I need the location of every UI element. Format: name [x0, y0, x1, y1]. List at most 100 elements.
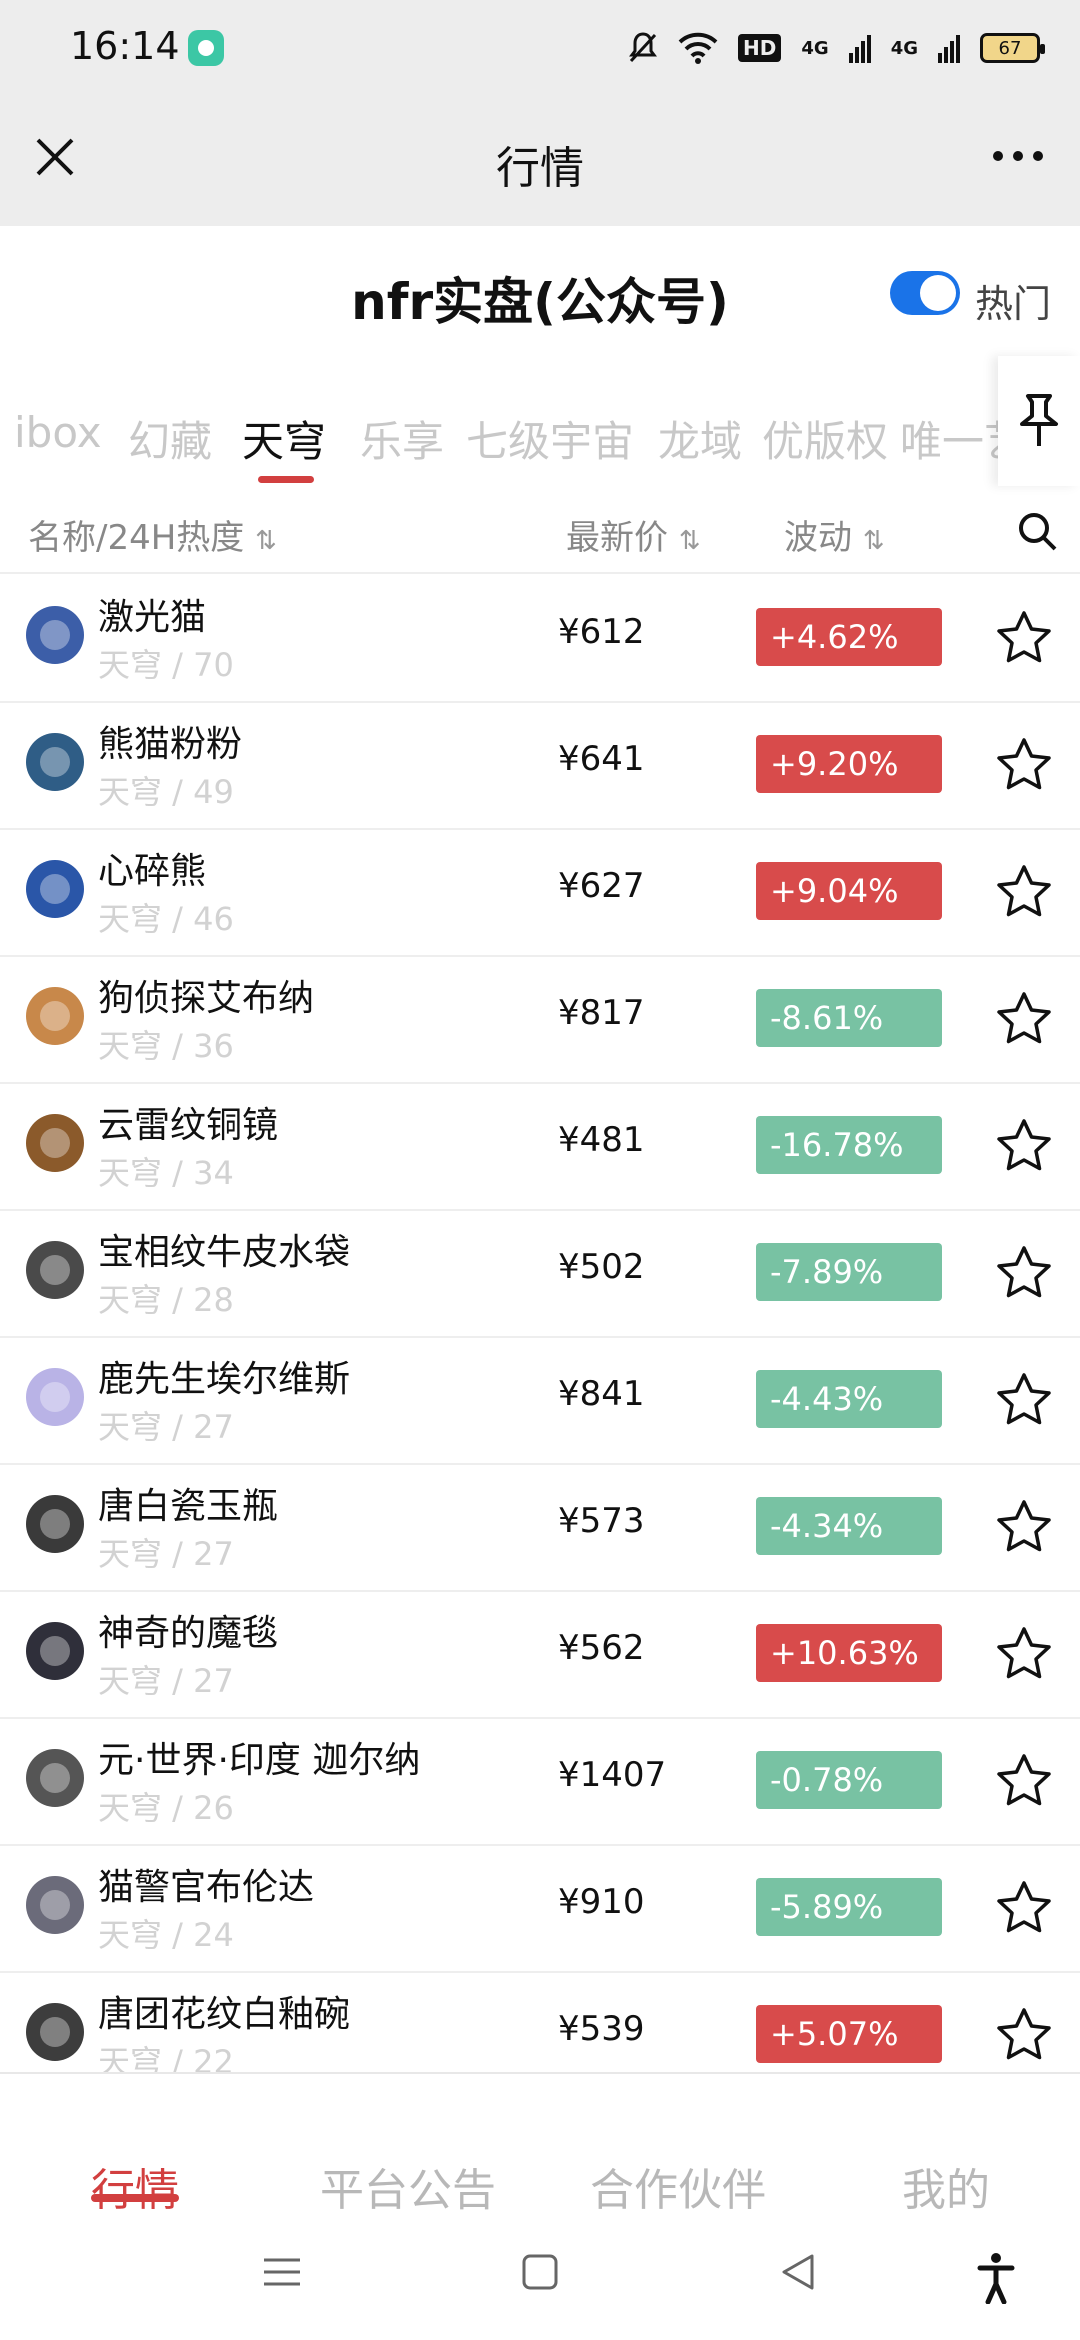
favorite-star-icon[interactable]	[994, 1370, 1054, 1430]
tab-platform-huancang[interactable]: 幻藏	[128, 408, 212, 469]
tab-announcements[interactable]: 平台公告	[320, 2154, 496, 2218]
item-platform-heat: 天穹 / 26	[98, 1789, 234, 1827]
item-avatar	[26, 987, 84, 1045]
page-title: 行情	[496, 143, 584, 194]
favorite-star-icon[interactable]	[994, 1751, 1054, 1811]
item-avatar	[26, 1876, 84, 1934]
favorite-star-icon[interactable]	[994, 989, 1054, 1049]
item-price: ¥502	[558, 1247, 645, 1287]
favorite-star-icon[interactable]	[994, 735, 1054, 795]
back-icon[interactable]	[778, 2252, 818, 2292]
app-notification-icon	[188, 30, 224, 66]
bottom-tab-bar: 行情 平台公告 合作伙伴 我的	[0, 2072, 1080, 2222]
sort-icon: ⇅	[678, 526, 701, 556]
list-item[interactable]: 宝相纹牛皮水袋 天穹 / 28 ¥502 -7.89%	[0, 1211, 1080, 1338]
item-change-badge: -7.89%	[756, 1243, 942, 1301]
item-change-badge: +5.07%	[756, 2005, 942, 2063]
active-bottom-tab-indicator	[91, 2194, 179, 2202]
item-platform-heat: 天穹 / 36	[98, 1027, 234, 1065]
item-platform-heat: 天穹 / 27	[98, 1662, 234, 1700]
list-item[interactable]: 激光猫 天穹 / 70 ¥612 +4.62%	[0, 576, 1080, 703]
search-icon[interactable]	[1016, 510, 1058, 552]
sort-icon: ⇅	[255, 526, 277, 556]
platform-tabs: ibox 幻藏 天穹 乐享 七级宇宙 龙域 优版权 唯一艺	[0, 356, 1000, 486]
tab-partners[interactable]: 合作伙伴	[590, 2154, 766, 2218]
list-item[interactable]: 元·世界·印度 迦尔纳 天穹 / 26 ¥1407 -0.78%	[0, 1719, 1080, 1846]
tab-platform-ibox[interactable]: ibox	[14, 408, 102, 457]
item-platform-heat: 天穹 / 28	[98, 1281, 234, 1319]
item-price: ¥641	[558, 739, 645, 779]
item-avatar	[26, 1368, 84, 1426]
list-item[interactable]: 神奇的魔毯天穹 / 27 ¥562 +10.63%	[0, 1592, 1080, 1719]
favorite-star-icon[interactable]	[994, 1878, 1054, 1938]
tab-platform-weiyi[interactable]: 唯一艺	[900, 408, 1000, 469]
favorite-star-icon[interactable]	[994, 2005, 1054, 2065]
col-price-header[interactable]: 最新价 ⇅	[566, 510, 701, 559]
system-nav-bar	[0, 2222, 1080, 2340]
column-headers: 名称/24H热度 ⇅ 最新价 ⇅ 波动 ⇅	[0, 490, 1080, 574]
list-item[interactable]: 心碎熊 天穹 / 46 ¥627 +9.04%	[0, 830, 1080, 957]
item-platform-heat: 天穹 / 34	[98, 1154, 234, 1192]
signal-2: 4G	[890, 37, 918, 59]
favorite-star-icon[interactable]	[994, 1624, 1054, 1684]
pin-icon	[1020, 394, 1058, 446]
tab-platform-youbanquan[interactable]: 优版权	[762, 408, 888, 469]
item-name: 神奇的魔毯	[98, 1613, 279, 1654]
tab-mine[interactable]: 我的	[902, 2154, 990, 2218]
favorite-star-icon[interactable]	[994, 862, 1054, 922]
home-icon[interactable]	[520, 2252, 560, 2292]
item-platform-heat: 天穹 / 24	[98, 1916, 234, 1954]
tab-platform-lexiang[interactable]: 乐享	[360, 408, 444, 469]
favorite-star-icon[interactable]	[994, 1116, 1054, 1176]
list-item[interactable]: 熊猫粉粉 天穹 / 49 ¥641 +9.20%	[0, 703, 1080, 830]
item-name: 鹿先生埃尔维斯	[98, 1359, 351, 1400]
menu-icon[interactable]	[262, 2252, 302, 2292]
list-item[interactable]: 鹿先生埃尔维斯 天穹 / 27 ¥841 -4.43%	[0, 1338, 1080, 1465]
item-price: ¥1407	[558, 1755, 667, 1795]
item-change-badge: -4.34%	[756, 1497, 942, 1555]
item-change-badge: +9.20%	[756, 735, 942, 793]
list-item[interactable]: 唐白瓷玉瓶 天穹 / 27 ¥573 -4.34%	[0, 1465, 1080, 1592]
pin-button[interactable]	[998, 356, 1080, 486]
item-price: ¥910	[558, 1882, 645, 1922]
item-avatar	[26, 1495, 84, 1553]
list-item[interactable]: 狗侦探艾布纳 天穹 / 36 ¥817 -8.61%	[0, 957, 1080, 1084]
item-name: 宝相纹牛皮水袋	[98, 1232, 351, 1273]
favorite-star-icon[interactable]	[994, 1243, 1054, 1303]
item-avatar	[26, 1114, 84, 1172]
signal-bars-icon	[938, 35, 960, 63]
item-name: 云雷纹铜镜	[98, 1105, 279, 1146]
item-avatar	[26, 860, 84, 918]
item-price: ¥573	[558, 1501, 645, 1541]
item-price: ¥612	[558, 612, 645, 652]
tab-platform-qiji[interactable]: 七级宇宙	[466, 408, 634, 469]
item-change-badge: -5.89%	[756, 1878, 942, 1936]
tab-platform-tianqiong[interactable]: 天穹	[242, 408, 326, 469]
tab-market[interactable]: 行情	[91, 2154, 179, 2218]
list-item[interactable]: 云雷纹铜镜 天穹 / 34 ¥481 -16.78%	[0, 1084, 1080, 1211]
item-name: 唐团花纹白釉碗	[98, 1994, 351, 2035]
item-name: 猫警官布伦达	[98, 1867, 315, 1908]
more-menu-icon[interactable]	[988, 136, 1048, 176]
item-avatar	[26, 1622, 84, 1680]
item-name: 唐白瓷玉瓶	[98, 1486, 279, 1527]
status-icons: HD 4G 4G 67	[628, 26, 1045, 70]
item-change-badge: +4.62%	[756, 608, 942, 666]
favorite-star-icon[interactable]	[994, 608, 1054, 668]
item-name: 激光猫	[98, 597, 207, 638]
item-price: ¥627	[558, 866, 645, 906]
item-change-badge: -0.78%	[756, 1751, 942, 1809]
item-price: ¥562	[558, 1628, 645, 1668]
hot-toggle[interactable]	[890, 271, 960, 315]
battery-icon: 67	[980, 33, 1045, 63]
col-change-header[interactable]: 波动 ⇅	[784, 510, 885, 559]
item-change-badge: -8.61%	[756, 989, 942, 1047]
col-name-header[interactable]: 名称/24H热度 ⇅	[28, 510, 277, 559]
sort-icon: ⇅	[862, 526, 885, 556]
accessibility-icon[interactable]	[976, 2252, 1016, 2304]
list-item[interactable]: 猫警官布伦达 天穹 / 24 ¥910 -5.89%	[0, 1846, 1080, 1973]
tab-platform-longyu[interactable]: 龙域	[658, 408, 742, 469]
item-change-badge: +10.63%	[756, 1624, 942, 1682]
favorite-star-icon[interactable]	[994, 1497, 1054, 1557]
hot-toggle-label: 热门	[975, 282, 1052, 326]
